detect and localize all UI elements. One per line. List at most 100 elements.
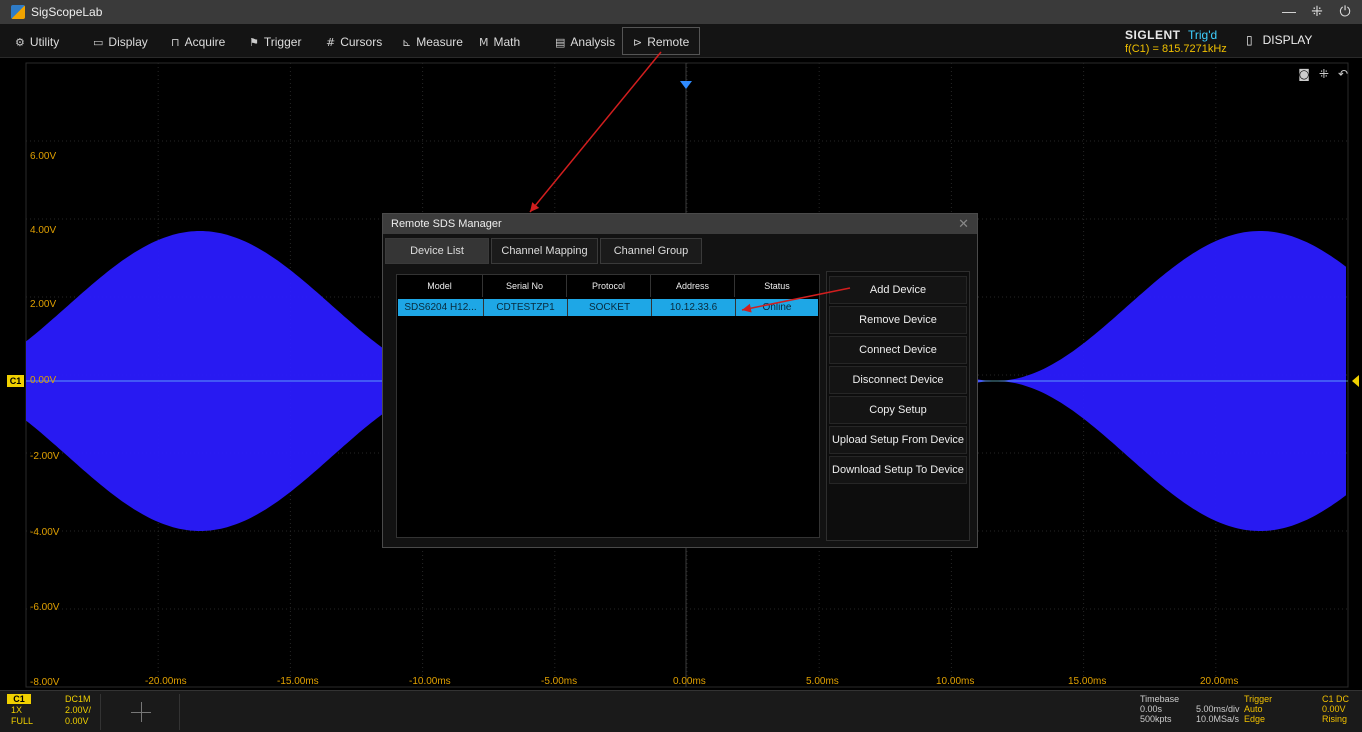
channel-marker[interactable]: C1 <box>7 375 24 387</box>
display-icon: ▭ <box>93 35 104 49</box>
disconnect-device-button[interactable]: Disconnect Device <box>829 366 967 394</box>
y-axis-label: -8.00V <box>30 677 60 688</box>
download-setup-button[interactable]: Download Setup To Device <box>829 456 967 484</box>
measure-icon: ⊾ <box>402 35 412 49</box>
x-axis-label: -15.00ms <box>277 676 319 687</box>
fullscreen-icon[interactable]: ⁜ <box>1310 3 1324 20</box>
acquire-icon: ⊓ <box>171 35 180 49</box>
y-axis-label: -4.00V <box>30 527 60 538</box>
trigger-source: C1 DC <box>1322 694 1350 704</box>
table-header: Model Serial No Protocol Address Status <box>397 275 819 297</box>
undo-icon[interactable]: ↶ <box>1338 67 1348 81</box>
menu-label: Utility <box>29 35 60 49</box>
menu-measure[interactable]: ⊾ Measure <box>402 32 463 52</box>
close-icon[interactable]: ✕ <box>958 216 969 232</box>
menu-trigger[interactable]: ⚑ Trigger <box>249 32 301 52</box>
trigger-title[interactable]: Trigger <box>1244 694 1272 704</box>
brand-logo: SIGLENT <box>1125 28 1181 42</box>
display-label: DISPLAY <box>1262 33 1313 47</box>
menu-label: Math <box>493 35 521 49</box>
cell-serial: CDTESTZP1 <box>484 299 568 316</box>
window-controls: — ⁜ ⏻ <box>1282 3 1352 20</box>
column-header-address[interactable]: Address <box>651 275 735 297</box>
device-table: Model Serial No Protocol Address Status … <box>396 274 820 538</box>
screenshot-icon[interactable]: ◙ <box>1298 67 1310 81</box>
menu-label: Analysis <box>570 35 616 49</box>
add-channel-button[interactable] <box>100 694 180 730</box>
power-icon[interactable]: ⏻ <box>1338 3 1352 20</box>
x-axis-label: -10.00ms <box>409 676 451 687</box>
flag-icon: ⚑ <box>249 35 259 49</box>
app-window: SigScopeLab — ⁜ ⏻ ⚙ Utility ▭ Display ⊓ Acq… <box>0 0 1362 732</box>
x-axis-label: 0.00ms <box>673 676 706 687</box>
y-axis-label: -2.00V <box>30 451 60 462</box>
title-bar: SigScopeLab — ⁜ ⏻ <box>0 0 1362 24</box>
channel-scale: 2.00V/ <box>65 705 92 715</box>
column-header-status[interactable]: Status <box>735 275 819 297</box>
cell-protocol: SOCKET <box>568 299 652 316</box>
channel-coupling: DC1M <box>65 694 91 704</box>
dialog-title-text: Remote SDS Manager <box>391 218 502 230</box>
y-axis-label: 4.00V <box>30 225 57 236</box>
y-axis-label: 6.00V <box>30 151 57 162</box>
x-axis-label: -5.00ms <box>541 676 578 687</box>
fullscreen-icon[interactable]: ⁜ <box>1319 67 1329 81</box>
y-axis-label: 2.00V <box>30 299 57 310</box>
remote-highlight <box>622 27 700 55</box>
y-axis-label: 0.00V <box>30 375 57 386</box>
timebase-title[interactable]: Timebase <box>1140 694 1179 704</box>
trigger-mode: Auto <box>1244 704 1263 714</box>
menu-math[interactable]: M Math <box>479 32 520 52</box>
menu-label: Display <box>108 35 148 49</box>
trigger-state: Trig'd <box>1188 28 1218 42</box>
timebase-delay: 0.00s <box>1140 704 1163 714</box>
table-row[interactable]: SDS6204 H12... CDTESTZP1 SOCKET 10.12.33… <box>398 299 818 316</box>
timebase-depth: 500kpts <box>1140 714 1172 724</box>
display-button[interactable]: ▯ DISPLAY <box>1246 33 1312 47</box>
tab-channel-group[interactable]: Channel Group <box>600 238 702 264</box>
analysis-icon: ▤ <box>555 35 566 49</box>
cell-model: SDS6204 H12... <box>398 299 484 316</box>
channel-tag: C1 <box>7 694 31 704</box>
menu-display[interactable]: ▭ Display <box>93 32 148 52</box>
minimize-icon[interactable]: — <box>1282 3 1296 20</box>
copy-setup-button[interactable]: Copy Setup <box>829 396 967 424</box>
status-bar: C1 DC1M 1X 2.00V/ FULL 0.00V Timebase 0.… <box>0 690 1362 732</box>
trigger-level-marker[interactable] <box>1352 375 1359 387</box>
cursors-icon: # <box>326 35 336 49</box>
plot-tools: ◙ ⁜ ↶ <box>1298 67 1348 81</box>
menu-acquire[interactable]: ⊓ Acquire <box>171 32 225 52</box>
add-device-button[interactable]: Add Device <box>829 276 967 304</box>
gear-icon: ⚙ <box>15 35 25 49</box>
menu-utility[interactable]: ⚙ Utility <box>15 32 59 52</box>
channel-offset: 0.00V <box>65 716 89 726</box>
x-axis-label: 20.00ms <box>1200 676 1239 687</box>
y-axis-label: -6.00V <box>30 602 60 613</box>
menu-label: Measure <box>416 35 463 49</box>
upload-setup-button[interactable]: Upload Setup From Device <box>829 426 967 454</box>
menu-label: Cursors <box>340 35 383 49</box>
channel-info-c1[interactable]: C1 DC1M 1X 2.00V/ FULL 0.00V <box>7 694 93 730</box>
x-axis-label: 10.00ms <box>936 676 975 687</box>
trigger-position-marker <box>680 81 692 89</box>
trigger-slope: Rising <box>1322 714 1348 724</box>
column-header-protocol[interactable]: Protocol <box>567 275 651 297</box>
math-icon: M <box>479 35 489 49</box>
frequency-readout: f(C1) = 815.7271kHz <box>1125 43 1227 55</box>
remove-device-button[interactable]: Remove Device <box>829 306 967 334</box>
x-axis-label: 5.00ms <box>806 676 839 687</box>
tab-channel-mapping[interactable]: Channel Mapping <box>491 238 598 264</box>
tab-device-list[interactable]: Device List <box>385 238 489 264</box>
timebase-scale: 5.00ms/div <box>1196 704 1240 714</box>
remote-sds-manager-dialog: Remote SDS Manager ✕ Device List Channel… <box>382 213 978 548</box>
column-header-serial[interactable]: Serial No <box>483 275 567 297</box>
app-logo-icon <box>11 5 25 19</box>
column-header-model[interactable]: Model <box>397 275 483 297</box>
menu-label: Acquire <box>184 35 226 49</box>
menu-label: Trigger <box>263 35 302 49</box>
menu-analysis[interactable]: ▤ Analysis <box>555 32 615 52</box>
connect-device-button[interactable]: Connect Device <box>829 336 967 364</box>
cell-address: 10.12.33.6 <box>652 299 736 316</box>
timebase-rate: 10.0MSa/s <box>1196 714 1240 724</box>
menu-cursors[interactable]: # Cursors <box>326 32 382 52</box>
